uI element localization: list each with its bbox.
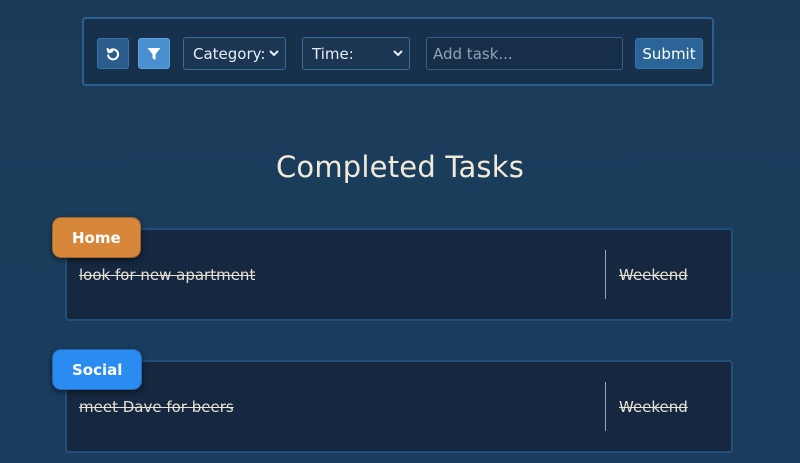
task-text: look for new apartment <box>79 266 256 284</box>
task-time: Weekend <box>619 266 688 284</box>
submit-button[interactable]: Submit <box>635 38 703 69</box>
filter-icon <box>147 47 161 60</box>
category-badge-home: Home <box>52 217 141 258</box>
category-select[interactable]: Category: <box>183 37 286 70</box>
filter-button[interactable] <box>138 38 170 69</box>
task-card[interactable]: Social meet Dave for beers Weekend <box>52 349 733 453</box>
category-badge-social: Social <box>52 349 143 390</box>
time-select-label: Time: <box>312 44 354 63</box>
reset-button[interactable] <box>97 38 129 69</box>
task-card[interactable]: Home look for new apartment Weekend <box>52 217 733 321</box>
task-time: Weekend <box>619 398 688 416</box>
divider <box>605 382 606 431</box>
divider <box>605 250 606 299</box>
category-select-label: Category: <box>193 44 266 63</box>
task-text: meet Dave for beers <box>79 398 234 416</box>
refresh-icon <box>106 47 120 60</box>
task-toolbar: Category: Time: Submit <box>82 17 714 86</box>
chevron-down-icon <box>393 50 403 56</box>
chevron-down-icon <box>269 50 279 56</box>
time-select[interactable]: Time: <box>302 37 410 70</box>
add-task-input[interactable] <box>426 37 623 70</box>
page-title: Completed Tasks <box>275 150 525 184</box>
